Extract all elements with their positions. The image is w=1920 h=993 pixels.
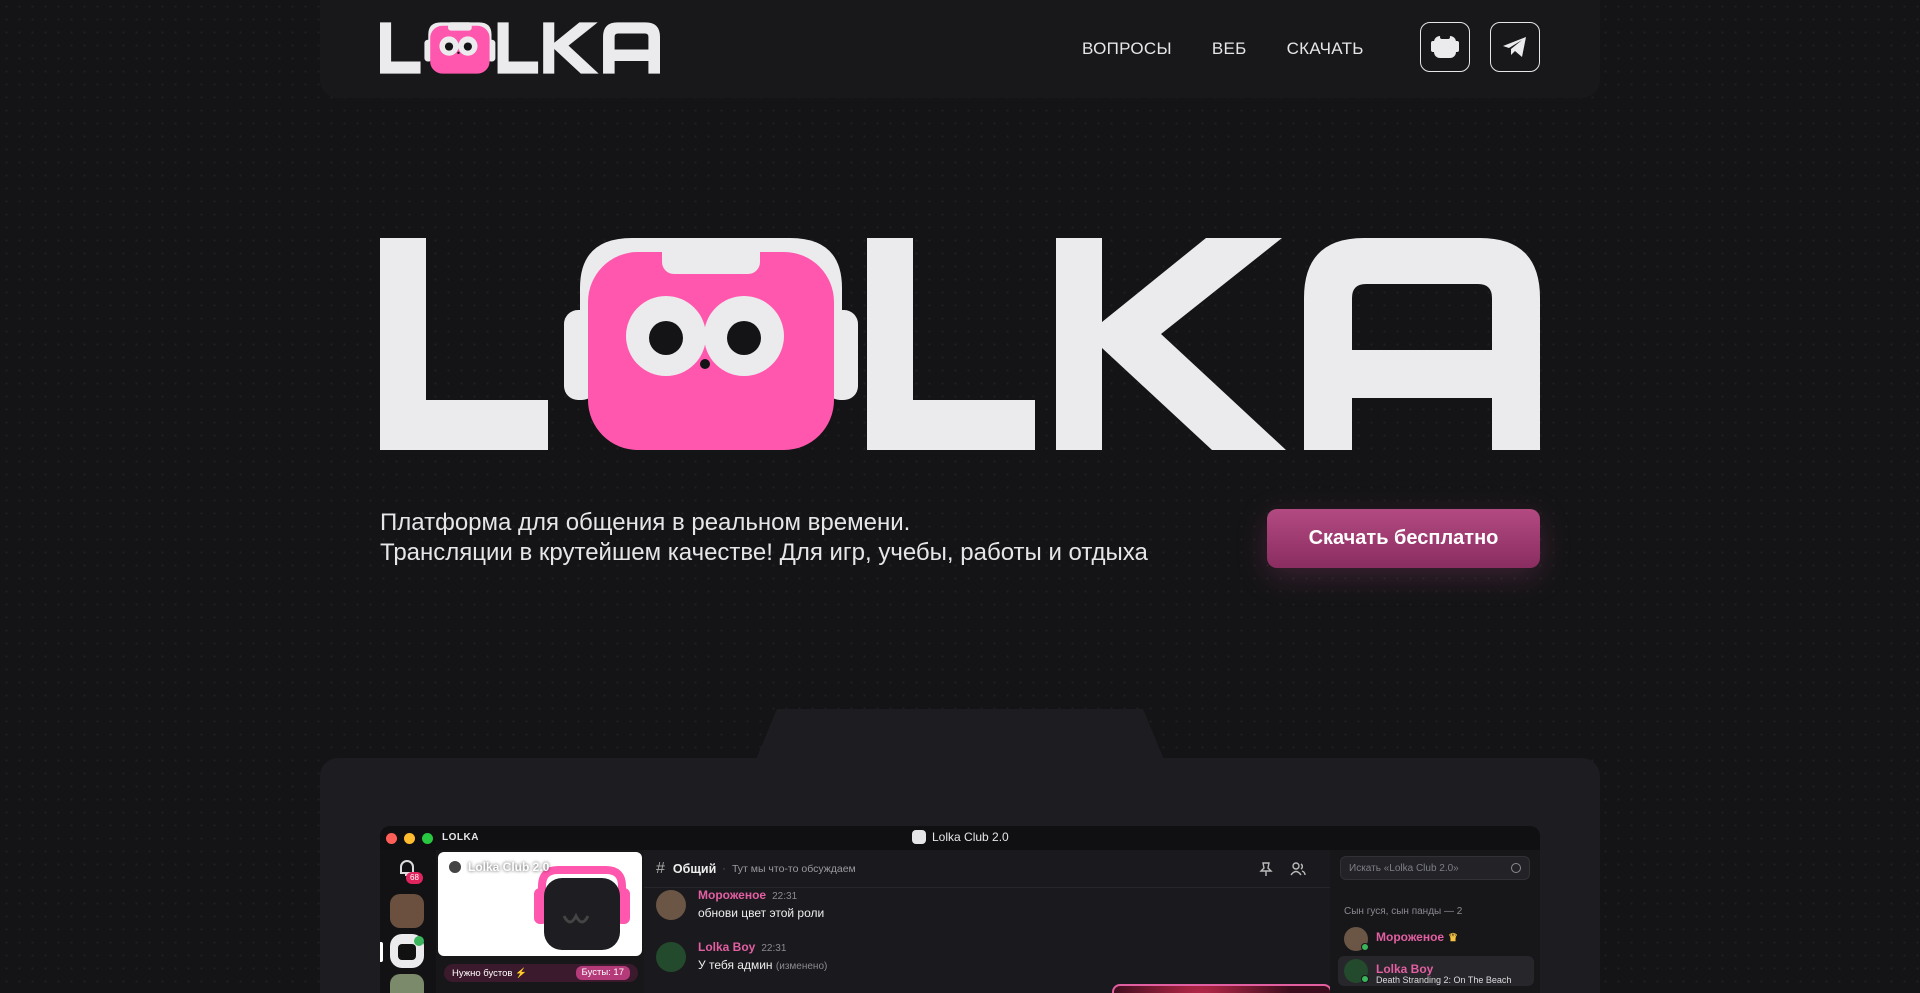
user-avatar[interactable] — [656, 890, 686, 920]
hash-icon: # — [656, 859, 665, 877]
search-icon — [1511, 863, 1521, 873]
channel-name: Общий — [672, 861, 717, 876]
channel-header: # Общий · Тут мы что-то обсуждаем — [644, 850, 1330, 888]
active-server-indicator — [380, 942, 383, 962]
member-activity: Death Stranding 2: On The Beach — [1376, 975, 1512, 985]
server-banner[interactable]: Lolka Club 2.0 — [438, 852, 642, 956]
lolka-mascot-icon — [534, 866, 630, 950]
channel-topic: Тут мы что-то обсуждаем — [731, 862, 856, 875]
edited-label: (изменено) — [775, 961, 828, 972]
server-name-icon — [448, 860, 462, 874]
window-title: Lolka Club 2.0 — [912, 830, 1009, 844]
boost-count: Бусты: 17 — [575, 966, 630, 980]
members-icon[interactable] — [1290, 861, 1306, 877]
nav-links: ВОПРОСЫ ВЕБ СКАЧАТЬ — [1082, 0, 1364, 98]
tagline-line-2: Трансляции в крутейшем качестве! Для игр… — [380, 539, 1148, 566]
server-icon — [912, 830, 926, 844]
member-name: Мороженое ♛ — [1376, 930, 1458, 944]
search-placeholder: Искать «Lolka Club 2.0» — [1349, 862, 1459, 874]
member-list: Искать «Lolka Club 2.0» Сын гуся, сын па… — [1330, 850, 1540, 993]
channel-sidebar: Lolka Club 2.0 Нужно бустов ⚡ Бусты: 17 — [436, 850, 644, 993]
online-status — [1361, 975, 1369, 983]
nav-link-questions[interactable]: ВОПРОСЫ — [1082, 39, 1172, 59]
server-avatar[interactable] — [390, 974, 424, 993]
chat-message: Мороженое 22:31 обнови цвет этой роли — [656, 888, 1156, 928]
member-name: Lolka Boy — [1376, 962, 1434, 976]
server-rail: 68 — [380, 850, 436, 993]
boost-bar[interactable]: Нужно бустов ⚡ Бусты: 17 — [444, 964, 638, 982]
hero-logo — [380, 238, 1540, 450]
app-button[interactable] — [1420, 22, 1470, 72]
boost-label: Нужно бустов ⚡ — [452, 967, 527, 979]
member-group-label: Сын гуся, сын панды — 2 — [1344, 906, 1463, 917]
member-item[interactable]: Мороженое ♛ — [1338, 924, 1534, 954]
message-text: У тебя админ (изменено) — [698, 958, 828, 972]
titlebar-brand: LOLKA — [442, 832, 479, 843]
telegram-button[interactable] — [1490, 22, 1540, 72]
server-avatar[interactable] — [390, 894, 424, 928]
message-text: обнови цвет этой роли — [698, 906, 825, 920]
server-name[interactable]: Lolka Club 2.0 — [448, 860, 549, 874]
tagline-line-1: Платформа для общения в реальном времени… — [380, 509, 911, 536]
message-time: 22:31 — [761, 943, 787, 954]
telegram-icon — [1503, 37, 1526, 57]
crown-icon: ♛ — [1448, 932, 1458, 944]
user-avatar[interactable] — [656, 942, 686, 972]
member-item[interactable]: Lolka Boy Death Stranding 2: On The Beac… — [1338, 956, 1534, 986]
top-navbar: ВОПРОСЫ ВЕБ СКАЧАТЬ — [320, 0, 1600, 98]
message-time: 22:31 — [772, 891, 798, 902]
nav-link-web[interactable]: ВЕБ — [1212, 39, 1247, 59]
maximize-dot[interactable] — [422, 833, 433, 844]
message-author[interactable]: Lolka Boy 22:31 — [698, 940, 786, 954]
download-free-button[interactable]: Скачать бесплатно — [1267, 509, 1540, 568]
window-title-text: Lolka Club 2.0 — [932, 830, 1009, 844]
message-author[interactable]: Мороженое 22:31 — [698, 888, 797, 902]
nav-link-download[interactable]: СКАЧАТЬ — [1287, 39, 1364, 59]
hero-tagline: Платформа для общения в реальном времени… — [380, 508, 1148, 568]
pin-icon[interactable] — [1258, 861, 1274, 877]
chevron-down-icon[interactable] — [618, 864, 628, 872]
chat-message: Lolka Boy 22:31 У тебя админ (изменено) — [656, 940, 1156, 980]
window-titlebar: LOLKA Lolka Club 2.0 — [380, 826, 1540, 850]
app-preview-window: LOLKA Lolka Club 2.0 68 Lolka Club 2.0 Н… — [380, 826, 1540, 993]
server-lolka-club[interactable] — [390, 934, 424, 968]
close-dot[interactable] — [386, 833, 397, 844]
lolka-logo[interactable] — [380, 20, 660, 76]
notification-badge: 68 — [406, 872, 423, 884]
lolka-app-icon — [1431, 35, 1459, 58]
search-input[interactable]: Искать «Lolka Club 2.0» — [1340, 856, 1530, 880]
separator: · — [722, 862, 726, 875]
video-stream-tile[interactable] — [1112, 984, 1332, 993]
online-status — [1361, 943, 1369, 951]
minimize-dot[interactable] — [404, 833, 415, 844]
chat-area: # Общий · Тут мы что-то обсуждаем Мороже… — [644, 850, 1332, 993]
server-name-text: Lolka Club 2.0 — [468, 860, 550, 874]
